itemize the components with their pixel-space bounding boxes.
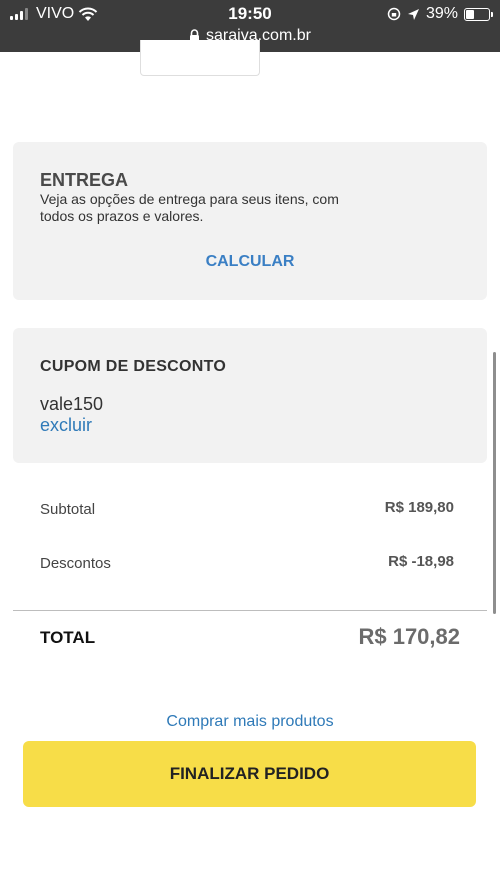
battery-icon bbox=[464, 7, 493, 21]
continue-shopping-link[interactable]: Comprar mais produtos bbox=[0, 713, 500, 731]
battery-percent: 39% bbox=[425, 5, 458, 22]
rotation-lock-icon bbox=[387, 7, 401, 21]
discounts-row: Descontos R$ -18,98 bbox=[40, 553, 454, 572]
coupon-code: vale150 bbox=[40, 394, 104, 414]
delivery-title: ENTREGA bbox=[40, 170, 129, 190]
subtotal-value: R$ 189,80 bbox=[384, 499, 454, 516]
total-label: TOTAL bbox=[40, 628, 96, 647]
divider bbox=[13, 610, 487, 611]
subtotal-row: Subtotal R$ 189,80 bbox=[40, 499, 454, 518]
discounts-label: Descontos bbox=[40, 555, 111, 572]
discounts-value: R$ -18,98 bbox=[388, 553, 454, 570]
total-value: R$ 170,82 bbox=[358, 624, 460, 649]
quantity-stepper[interactable] bbox=[140, 40, 260, 76]
finalize-order-button[interactable]: FINALIZAR PEDIDO bbox=[23, 741, 476, 807]
coupon-card: CUPOM DE DESCONTO vale150 excluir bbox=[13, 328, 487, 463]
delivery-description: Veja as opções de entrega para seus iten… bbox=[40, 191, 339, 224]
subtotal-label: Subtotal bbox=[40, 501, 96, 518]
battery-fill bbox=[466, 9, 474, 19]
delivery-card: ENTREGA Veja as opções de entrega para s… bbox=[13, 142, 487, 300]
remove-coupon-link[interactable]: excluir bbox=[40, 415, 92, 436]
location-arrow-icon bbox=[407, 8, 419, 20]
coupon-title: CUPOM DE DESCONTO bbox=[40, 358, 227, 375]
calculate-shipping-button[interactable]: CALCULAR bbox=[13, 253, 487, 271]
scrollbar[interactable] bbox=[493, 352, 496, 614]
status-right: 39% bbox=[387, 5, 493, 23]
